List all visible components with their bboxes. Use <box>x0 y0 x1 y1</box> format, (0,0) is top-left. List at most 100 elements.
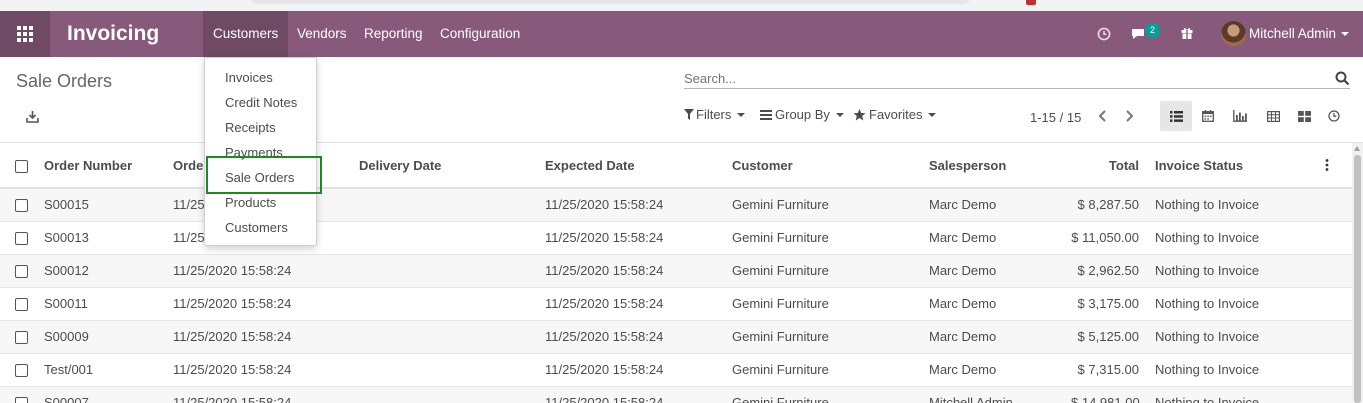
pager-value[interactable]: 1-15 / 15 <box>1030 110 1081 125</box>
list-view-icon <box>1169 110 1183 122</box>
user-name: Mitchell Admin <box>1249 26 1337 41</box>
cell-invoice-status: Nothing to Invoice <box>1147 352 1315 386</box>
cell-order-date: 11/25/2020 15:58:24 <box>165 385 351 403</box>
user-menu[interactable]: Mitchell Admin <box>1249 11 1350 57</box>
chat-badge: 2 <box>1145 23 1160 38</box>
menu-configuration[interactable]: Configuration <box>430 11 530 57</box>
cell-customer: Gemini Furniture <box>724 352 921 386</box>
calendar-view-button[interactable] <box>1192 101 1224 131</box>
breadcrumb: Sale Orders <box>16 71 113 91</box>
dropdown-item-customers[interactable]: Customers <box>205 215 316 240</box>
row-checkbox[interactable] <box>15 364 28 378</box>
cell-delivery-date <box>351 319 537 353</box>
cell-salesperson: Marc Demo <box>921 319 1063 353</box>
dropdown-item-invoices[interactable]: Invoices <box>205 65 316 90</box>
cell-expected-date: 11/25/2020 15:58:24 <box>537 385 724 403</box>
header-salesperson[interactable]: Salesperson <box>921 143 1063 189</box>
menu-vendors[interactable]: Vendors <box>287 11 357 57</box>
group-by-button[interactable]: Group By <box>760 107 844 122</box>
next-page-icon[interactable] <box>1122 108 1136 124</box>
vertical-scrollbar[interactable] <box>1352 143 1363 403</box>
cell-invoice-status: Nothing to Invoice <box>1147 319 1315 353</box>
browser-extension-icon[interactable] <box>1026 0 1036 5</box>
filter-icon <box>684 109 694 120</box>
cell-expected-date: 11/25/2020 15:58:24 <box>537 286 724 320</box>
select-all-checkbox[interactable] <box>15 159 28 173</box>
cell-order-date: 11/25/2020 15:58:24 <box>165 286 351 320</box>
row-checkbox[interactable] <box>15 331 28 345</box>
cell-customer: Gemini Furniture <box>724 220 921 254</box>
row-checkbox[interactable] <box>15 298 28 312</box>
cell-order-date: 11/25/2020 15:58:24 <box>165 352 351 386</box>
cell-delivery-date <box>351 220 537 254</box>
cell-order-number: Test/001 <box>36 352 165 386</box>
cell-salesperson: Marc Demo <box>921 352 1063 386</box>
row-spacer <box>1315 352 1352 386</box>
caret-down-icon <box>835 112 844 117</box>
header-total[interactable]: Total <box>1063 143 1147 189</box>
chat-messages-icon[interactable] <box>1130 27 1146 41</box>
header-invoice-status[interactable]: Invoice Status <box>1147 143 1315 189</box>
cell-total: $ 14,981.00 <box>1063 385 1147 403</box>
app-title[interactable]: Invoicing <box>67 22 159 46</box>
table-row[interactable]: S00009 11/25/2020 15:58:24 11/25/2020 15:5… <box>0 319 1352 353</box>
previous-page-icon[interactable] <box>1096 108 1110 124</box>
table-row[interactable]: S00007 11/25/2020 15:58:24 11/25/2020 15:5… <box>0 385 1352 403</box>
vertical-ellipsis-icon <box>1325 159 1329 171</box>
table-row[interactable]: S0001311/25/2020 15:58:2411/25/2020 15:5… <box>0 220 1352 254</box>
browser-top-strip <box>0 0 1363 11</box>
header-order-number[interactable]: Order Number <box>36 143 165 189</box>
graph-view-button[interactable] <box>1224 101 1256 131</box>
row-spacer <box>1315 319 1352 353</box>
browser-address-bar[interactable] <box>250 0 970 4</box>
cell-salesperson: Mitchell Admin <box>921 385 1063 403</box>
table-row[interactable]: S0001511/25/2020 15:58:2411/25/2020 15:5… <box>0 187 1352 221</box>
row-checkbox[interactable] <box>15 232 28 246</box>
search-input[interactable] <box>684 69 1350 89</box>
sale-orders-table: Order Number Order Date Delivery Date Ex… <box>0 143 1352 403</box>
menu-customers[interactable]: Customers <box>203 11 289 57</box>
cell-salesperson: Marc Demo <box>921 187 1063 221</box>
table-row[interactable]: S00011 11/25/2020 15:58:24 11/25/2020 15:5… <box>0 286 1352 320</box>
scrollbar-thumb[interactable] <box>1354 155 1361 403</box>
download-icon[interactable] <box>26 110 39 123</box>
dropdown-item-credit-notes[interactable]: Credit Notes <box>205 90 316 115</box>
row-checkbox[interactable] <box>15 397 28 403</box>
activity-view-button[interactable] <box>1318 101 1350 131</box>
cell-expected-date: 11/25/2020 15:58:24 <box>537 187 724 221</box>
row-spacer <box>1315 286 1352 320</box>
row-spacer <box>1315 220 1352 254</box>
header-delivery-date[interactable]: Delivery Date <box>351 143 537 189</box>
bar-chart-icon <box>1233 110 1247 122</box>
optional-columns-toggle[interactable] <box>1315 143 1352 189</box>
cell-salesperson: Marc Demo <box>921 286 1063 320</box>
pivot-view-button[interactable] <box>1257 101 1289 131</box>
list-bars-icon <box>760 109 772 120</box>
header-expected-date[interactable]: Expected Date <box>537 143 724 189</box>
user-avatar[interactable] <box>1221 21 1246 46</box>
apps-menu-button[interactable] <box>0 11 50 57</box>
sale-orders-highlight-box <box>206 156 322 194</box>
activity-clock-icon[interactable] <box>1097 27 1111 41</box>
table-row[interactable]: Test/001 11/25/2020 15:58:24 11/25/2020 15… <box>0 352 1352 386</box>
row-checkbox[interactable] <box>15 199 28 213</box>
cell-invoice-status: Nothing to Invoice <box>1147 253 1315 287</box>
search-icon[interactable] <box>1335 71 1350 86</box>
kanban-view-button[interactable] <box>1288 101 1320 131</box>
filters-button[interactable]: Filters <box>684 107 746 122</box>
favorites-button[interactable]: Favorites <box>853 107 937 122</box>
cell-delivery-date <box>351 253 537 287</box>
list-view-button[interactable] <box>1160 101 1192 131</box>
top-navbar: Invoicing Customers Vendors Reporting Co… <box>0 11 1363 57</box>
header-customer[interactable]: Customer <box>724 143 921 189</box>
table-row[interactable]: S00012 11/25/2020 15:58:24 11/25/2020 15:5… <box>0 253 1352 287</box>
row-checkbox[interactable] <box>15 265 28 279</box>
dropdown-item-receipts[interactable]: Receipts <box>205 115 316 140</box>
table-grid-icon <box>1266 110 1280 122</box>
cell-salesperson: Marc Demo <box>921 220 1063 254</box>
row-spacer <box>1315 253 1352 287</box>
scroll-up-icon[interactable] <box>1354 146 1360 151</box>
gift-icon[interactable] <box>1180 26 1194 40</box>
clock-icon <box>1328 110 1340 122</box>
menu-reporting[interactable]: Reporting <box>354 11 433 57</box>
